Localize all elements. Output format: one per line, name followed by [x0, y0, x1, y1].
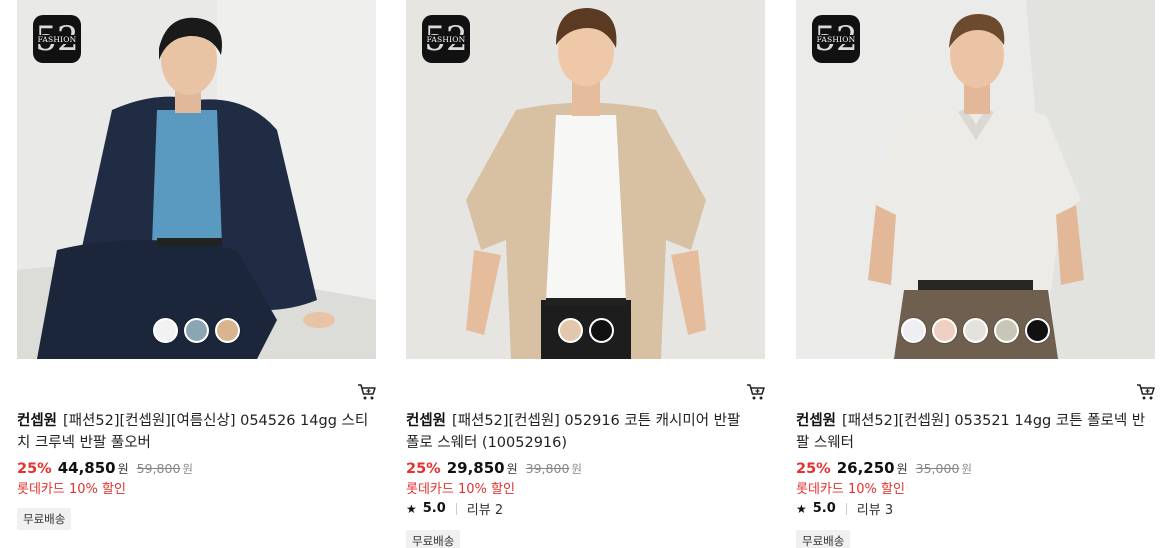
product-title[interactable]: 컨셉원 [패션52][컨셉원][여름신상] 054526 14gg 스티치 크루넥… [17, 410, 369, 454]
divider [845, 502, 847, 515]
product-card[interactable]: 52 FASHION 컨셉원[패션52][컨셉원] 052916 코튼 캐시미어… [406, 0, 766, 548]
price-row: 25% 26,250 원 35,000 원 [796, 459, 972, 477]
review-count: 리뷰 2 [466, 503, 504, 518]
cart-icon[interactable] [357, 383, 377, 401]
product-image[interactable]: 52 FASHION [406, 0, 765, 359]
original-price: 35,000 [915, 461, 960, 476]
card-promo: 롯데카드 10% 할인 [796, 482, 905, 497]
star-icon: ★ [796, 501, 807, 516]
sale-price: 26,250 [836, 459, 895, 477]
color-swatch[interactable] [557, 318, 583, 343]
original-price-unit: 원 [182, 462, 193, 476]
color-swatches [406, 318, 765, 343]
price-unit: 원 [896, 462, 908, 476]
discount-rate: 25% [796, 461, 831, 477]
price-row: 25% 44,850 원 59,800 원 [17, 459, 193, 477]
free-shipping-badge: 무료배송 [17, 508, 72, 530]
fashion52-logo: 52 FASHION [422, 15, 470, 63]
divider [455, 502, 457, 515]
price-row: 25% 29,850 원 39,800 원 [406, 459, 582, 477]
rating-score: 5.0 [812, 501, 836, 516]
discount-rate: 25% [406, 461, 441, 477]
discount-rate: 25% [17, 461, 52, 477]
product-name: [패션52][컨셉원][여름신상] 054526 14gg 스티치 크루넥 반팔… [17, 413, 369, 451]
brand-name: 컨셉원 [406, 413, 447, 429]
review-count: 리뷰 3 [856, 503, 894, 518]
brand-name: 컨셉원 [796, 413, 837, 429]
star-icon: ★ [406, 501, 417, 516]
product-title[interactable]: 컨셉원 [패션52][컨셉원] 052916 코튼 캐시미어 반팔 폴로 스웨터 … [406, 410, 758, 454]
color-swatch[interactable] [153, 318, 178, 343]
rating-score: 5.0 [422, 501, 446, 516]
price-unit: 원 [117, 462, 129, 476]
cart-icon[interactable] [746, 383, 766, 401]
product-image[interactable]: 52 FASHION [17, 0, 376, 359]
original-price-unit: 원 [571, 462, 582, 476]
product-image[interactable]: 52 FASHION [796, 0, 1155, 359]
product-title[interactable]: 컨셉원 [패션52][컨셉원] 053521 14gg 코튼 폴로넥 반팔 스웨터 [796, 410, 1148, 454]
color-swatch[interactable] [994, 318, 1019, 343]
color-swatch[interactable] [963, 318, 988, 343]
color-swatch[interactable] [901, 318, 926, 343]
sale-price: 29,850 [446, 459, 505, 477]
fashion52-logo: 52 FASHION [33, 15, 81, 63]
free-shipping-badge: 무료배송 [406, 530, 461, 548]
rating-row[interactable]: ★ 5.0 리뷰 2 [406, 499, 503, 518]
original-price: 59,800 [136, 461, 181, 476]
free-shipping-badge: 무료배송 [796, 530, 851, 548]
rating-row[interactable]: ★ 5.0 리뷰 3 [796, 499, 893, 518]
color-swatches [796, 318, 1155, 343]
color-swatch[interactable] [215, 318, 240, 343]
original-price-unit: 원 [961, 462, 972, 476]
color-swatch[interactable] [1025, 318, 1050, 343]
color-swatches [17, 318, 376, 343]
product-name: [패션52][컨셉원] 052916 코튼 캐시미어 반팔 폴로 스웨터 (10… [406, 413, 741, 451]
color-swatch[interactable] [184, 318, 209, 343]
product-name: [패션52][컨셉원] 053521 14gg 코튼 폴로넥 반팔 스웨터 [796, 413, 1146, 451]
brand-name: 컨셉원 [17, 413, 58, 429]
cart-icon[interactable] [1136, 383, 1156, 401]
card-promo: 롯데카드 10% 할인 [17, 482, 126, 497]
original-price: 39,800 [525, 461, 570, 476]
card-promo: 롯데카드 10% 할인 [406, 482, 515, 497]
color-swatch[interactable] [588, 318, 614, 343]
product-card[interactable]: 52 FASHION 컨셉원[패션52][컨셉원][여름신상] 054526 1… [17, 0, 377, 530]
sale-price: 44,850 [57, 459, 116, 477]
fashion52-logo: 52 FASHION [812, 15, 860, 63]
product-card[interactable]: 52 FASHION 컨셉원[패션52][컨셉원] 053521 14gg 코튼… [796, 0, 1156, 548]
color-swatch[interactable] [932, 318, 957, 343]
price-unit: 원 [506, 462, 518, 476]
